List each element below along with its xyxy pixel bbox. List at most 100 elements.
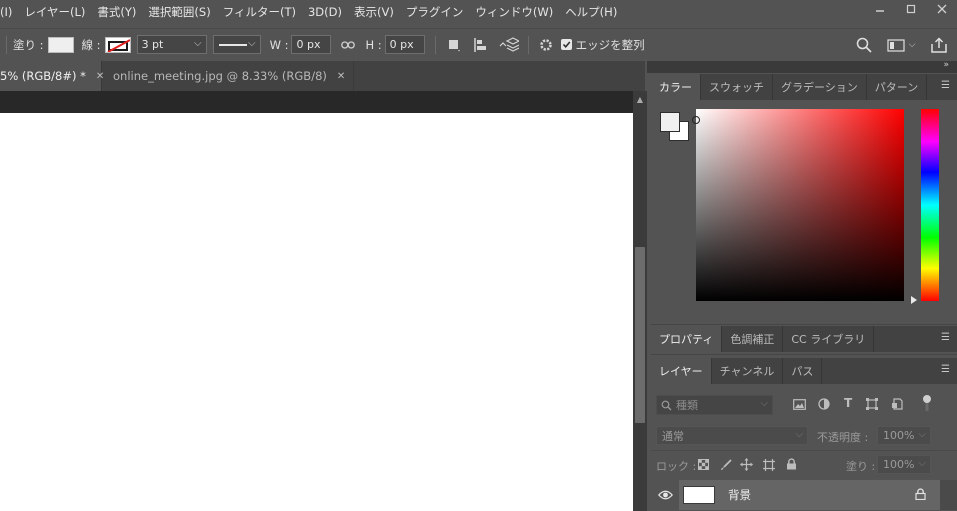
chevron-down-icon: ⌵	[918, 429, 926, 440]
close-icon[interactable]: ✕	[337, 71, 345, 82]
tab-swatches[interactable]: スウォッチ	[701, 74, 773, 100]
hue-slider[interactable]	[921, 109, 939, 301]
tab-channels[interactable]: チャンネル	[712, 358, 784, 384]
menu-item-help[interactable]: ヘルプ(H)	[559, 0, 623, 24]
maximize-button[interactable]	[896, 0, 926, 18]
shape-filter-icon[interactable]	[866, 398, 878, 410]
height-input[interactable]: 0 px	[384, 35, 425, 54]
lock-transparent-pixels-icon[interactable]	[698, 459, 709, 470]
tab-color[interactable]: カラー	[651, 74, 701, 100]
chevron-down-icon: ⌵	[908, 40, 916, 50]
checkmark-icon	[562, 41, 571, 48]
maximize-icon	[906, 4, 916, 14]
hue-marker-icon[interactable]	[911, 296, 917, 304]
tab-patterns[interactable]: パターン	[867, 74, 928, 100]
align-edges-label: エッジを整列	[575, 37, 645, 52]
geometry-options-button[interactable]	[537, 36, 555, 54]
panel-menu-icon[interactable]: ☰	[941, 333, 951, 343]
menu-item-image[interactable]: (I)	[0, 0, 18, 24]
path-operations-icon	[448, 39, 460, 51]
scrollbar-thumb[interactable]	[635, 247, 645, 423]
layer-visibility-toggle[interactable]	[651, 480, 679, 510]
panel-menu-icon[interactable]: ☰	[941, 81, 951, 91]
image-filter-icon[interactable]	[793, 399, 806, 410]
color-picker-cursor[interactable]	[692, 116, 700, 124]
tab-paths[interactable]: パス	[783, 358, 823, 384]
type-filter-icon[interactable]: T	[844, 396, 852, 410]
lock-all-icon[interactable]	[786, 458, 797, 470]
panel-menu-icon[interactable]: ☰	[941, 365, 951, 375]
smart-object-filter-icon[interactable]	[891, 398, 903, 410]
vertical-scrollbar[interactable]: ▲	[633, 91, 647, 511]
menu-item-layer[interactable]: レイヤー(L)	[18, 0, 91, 24]
layers-scrollbar[interactable]	[940, 480, 957, 510]
menu-item-view[interactable]: 表示(V)	[348, 0, 400, 24]
collapse-panels-icon[interactable]: »	[943, 60, 949, 70]
lock-artboard-icon[interactable]	[763, 459, 775, 471]
divider	[651, 324, 957, 325]
gear-icon	[539, 38, 552, 51]
arrange-stack-icon	[499, 36, 519, 52]
workspace-button[interactable]: ⌵	[884, 37, 918, 53]
blend-mode-select[interactable]: 通常 ⌵	[656, 426, 808, 445]
scroll-up-icon[interactable]: ▲	[635, 95, 645, 104]
filter-toggle-icon[interactable]	[922, 394, 932, 412]
opacity-input[interactable]: 100% ⌵	[877, 426, 931, 445]
minimize-button[interactable]	[865, 0, 895, 18]
lock-icon[interactable]	[915, 488, 926, 500]
path-alignment-button[interactable]	[472, 36, 490, 54]
tab-gradients[interactable]: グラデーション	[773, 74, 867, 100]
menu-item-window[interactable]: ウィンドウ(W)	[469, 0, 559, 24]
options-bar: 塗り : 線 : 3 pt ⌵ ⌵ W : 0 px H : 0 px エッジを…	[0, 28, 957, 60]
tab-adjustments[interactable]: 色調補正	[722, 326, 784, 352]
layer-thumbnail[interactable]	[683, 486, 715, 504]
tab-layers[interactable]: レイヤー	[651, 358, 712, 384]
adjustment-filter-icon[interactable]	[818, 398, 830, 410]
color-field[interactable]	[692, 109, 904, 301]
share-button[interactable]	[930, 36, 948, 54]
panel-dock-header: »	[647, 60, 957, 73]
path-arrangement-button[interactable]	[498, 36, 520, 54]
layers-panel-tabs: レイヤー チャンネル パス ☰	[651, 358, 957, 384]
divider	[6, 35, 7, 54]
stroke-swatch[interactable]	[104, 36, 131, 53]
tab-label: online_meeting.jpg @ 8.33% (RGB/8)	[113, 69, 327, 83]
layer-row-background[interactable]: 背景	[651, 480, 940, 510]
menu-item-type[interactable]: 書式(Y)	[91, 0, 142, 24]
search-button[interactable]	[855, 36, 873, 54]
blend-mode-value: 通常	[662, 429, 684, 443]
document-canvas[interactable]	[0, 113, 633, 511]
link-dimensions-button[interactable]	[340, 37, 356, 53]
layer-filter-select[interactable]: 種類 ⌵	[656, 395, 773, 415]
search-icon	[856, 37, 872, 53]
stroke-type-select[interactable]: ⌵	[212, 35, 261, 54]
menu-item-3d[interactable]: 3D(D)	[302, 0, 348, 24]
tab-online-meeting[interactable]: online_meeting.jpg @ 8.33% (RGB/8) ✕	[102, 61, 355, 91]
tab-cc-libraries[interactable]: CC ライブラリ	[783, 326, 875, 352]
lock-position-icon[interactable]	[740, 458, 753, 471]
lock-image-pixels-icon[interactable]	[720, 459, 732, 471]
align-edges-checkbox[interactable]	[560, 39, 572, 50]
divider	[527, 35, 529, 54]
menu-item-plugins[interactable]: プラグイン	[400, 0, 470, 24]
fill-input[interactable]: 100% ⌵	[877, 455, 931, 474]
chevron-down-icon: ⌵	[795, 429, 803, 440]
chevron-down-icon: ⌵	[918, 458, 926, 469]
width-label: W :	[269, 37, 289, 52]
tab-current-document[interactable]: 5% (RGB/8#) * ✕	[0, 61, 104, 91]
foreground-color-swatch[interactable]	[660, 112, 680, 132]
align-left-icon	[473, 37, 486, 52]
path-operations-button[interactable]	[446, 36, 462, 54]
width-input[interactable]: 0 px	[291, 35, 332, 54]
menu-item-filter[interactable]: フィルター(T)	[217, 0, 302, 24]
window-controls	[865, 0, 957, 18]
fill-swatch[interactable]	[47, 36, 74, 53]
layer-name[interactable]: 背景	[728, 487, 751, 503]
tab-properties[interactable]: プロパティ	[651, 326, 723, 352]
canvas-area[interactable]	[0, 91, 633, 511]
divider	[651, 450, 957, 451]
menu-item-select[interactable]: 選択範囲(S)	[142, 0, 216, 24]
stroke-width-select[interactable]: 3 pt ⌵	[136, 35, 207, 54]
menu-bar: (I) レイヤー(L) 書式(Y) 選択範囲(S) フィルター(T) 3D(D)…	[0, 0, 957, 24]
close-window-button[interactable]	[927, 0, 957, 18]
